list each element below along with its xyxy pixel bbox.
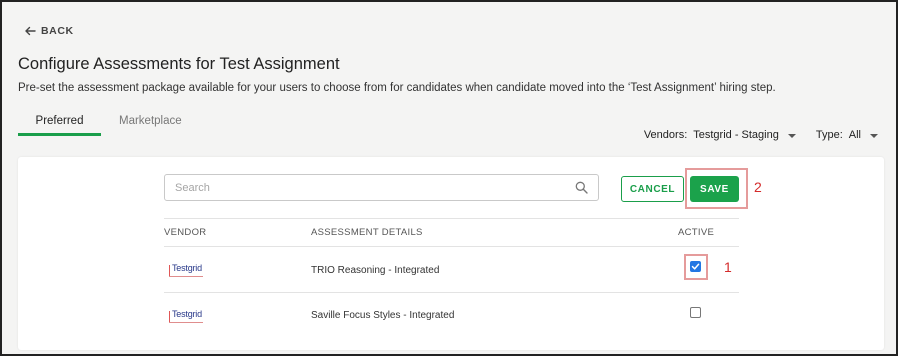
table-divider <box>164 246 739 247</box>
page-title: Configure Assessments for Test Assignmen… <box>18 55 340 73</box>
type-filter-label: Type: <box>815 129 843 141</box>
vendors-filter-label: Vendors: <box>643 129 688 141</box>
assessment-details: TRIO Reasoning - Integrated <box>311 265 440 276</box>
filter-bar: Vendors: Testgrid - Staging Type: All <box>644 129 878 141</box>
check-icon <box>691 263 700 270</box>
vendor-logo: Testgrid <box>169 263 203 277</box>
type-filter-value: All <box>848 129 861 141</box>
tab-preferred[interactable]: Preferred <box>18 115 101 136</box>
vendors-filter-value: Testgrid - Staging <box>693 129 779 141</box>
cancel-button[interactable]: CANCEL <box>621 176 684 202</box>
column-header-assessment-details: ASSESSMENT DETAILS <box>311 227 423 238</box>
caret-down-icon <box>870 134 878 138</box>
tab-marketplace[interactable]: Marketplace <box>119 115 182 127</box>
annotation-step-2: 2 <box>754 179 762 195</box>
arrow-left-icon <box>25 26 36 36</box>
caret-down-icon <box>787 134 796 138</box>
column-header-vendor: VENDOR <box>164 227 207 238</box>
search-input[interactable] <box>175 181 575 194</box>
vendor-logo: Testgrid <box>169 309 203 323</box>
column-header-active: ACTIVE <box>678 227 715 238</box>
back-link[interactable]: BACK <box>24 25 74 37</box>
assessments-card: CANCEL SAVE 2 VENDOR ASSESSMENT DETAILS … <box>18 157 884 350</box>
active-checkbox[interactable] <box>690 307 701 318</box>
annotation-step-1: 1 <box>724 259 732 275</box>
table-divider <box>164 218 739 219</box>
back-label: BACK <box>41 25 74 37</box>
type-filter-dropdown[interactable]: Type: All <box>816 129 878 141</box>
save-button[interactable]: SAVE <box>690 176 739 202</box>
page-frame: BACK Configure Assessments for Test Assi… <box>0 0 898 356</box>
table-divider <box>164 292 739 293</box>
search-box <box>164 174 599 201</box>
assessment-details: Saville Focus Styles - Integrated <box>311 310 455 321</box>
search-icon[interactable] <box>575 181 588 194</box>
active-checkbox[interactable] <box>690 261 701 272</box>
vendors-filter-dropdown[interactable]: Vendors: Testgrid - Staging <box>644 129 796 141</box>
page-description: Pre-set the assessment package available… <box>18 82 776 94</box>
